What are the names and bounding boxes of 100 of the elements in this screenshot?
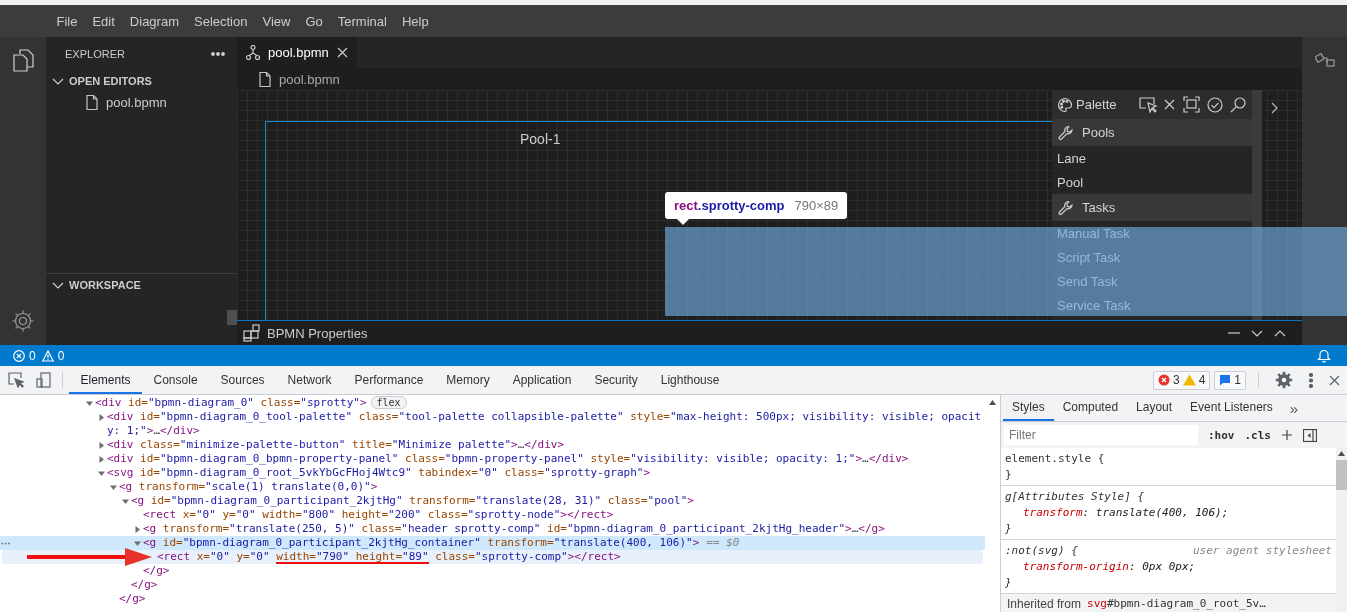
menu-item[interactable]: Edit [84,13,123,29]
menu-item[interactable]: Help [394,13,437,29]
section-header[interactable]: WORKSPACE [46,274,237,296]
add-icon[interactable] [1281,429,1293,441]
editor-tab[interactable]: pool.bpmn [237,37,357,68]
warning-count[interactable]: 0 [57,348,65,363]
section-header[interactable]: OPEN EDITORS [46,70,237,92]
more-tabs-button[interactable]: » [1281,395,1307,421]
menu-item[interactable]: Go [297,13,331,29]
filter-field[interactable]: Filter [1004,425,1198,445]
element-size: 790×89 [794,198,839,213]
inherited-selector[interactable]: svg#bpmn-diagram_0_root_5v… [1087,596,1266,612]
devtools-tab[interactable]: Security [582,366,650,394]
css-declaration: transform: translate(400, 106); [1022,505,1230,521]
inspect-icon[interactable] [8,372,24,388]
css-declaration: transform-origin: 0px 0px; [1022,559,1197,575]
device-icon[interactable] [36,372,51,388]
element-code: <div class="minimize-palette-button" title="Minimize palette">…</div> [107,438,565,452]
bell-icon[interactable] [1317,348,1331,363]
settings-icon[interactable] [11,309,35,333]
breadcrumb-item[interactable]: pool.bpmn [279,71,340,87]
file-icon [259,71,271,87]
settings-icon[interactable] [1275,371,1293,389]
scroll-up-icon[interactable] [1338,451,1345,456]
element-code: <rect x="0" y="0" width="800" height="200" class="sprotty-node"></rect> [143,508,615,522]
menu-item[interactable]: Diagram [122,13,187,29]
cursor-box-icon[interactable] [1139,96,1157,113]
element-code: <g id="bpmn-diagram_0_participant_2kjtHg" transform="translate(28, 31)" class="pool"> [131,494,695,508]
more-icon[interactable] [211,51,225,56]
open-editor-entry[interactable]: pool.bpmn [46,92,237,113]
error-icon [1157,374,1170,386]
rule-origin: user agent stylesheet [1192,543,1332,559]
scroll-up-icon[interactable] [989,400,996,405]
palette-title: Palette [1076,97,1117,112]
diagram-icon[interactable] [1314,50,1335,68]
cls-button[interactable]: .cls [1244,428,1271,442]
warning-icon [1182,374,1196,386]
devtools-tab[interactable]: Network [276,366,344,394]
console-reference: == $0 [706,536,740,549]
check-circle-icon[interactable] [1207,96,1223,113]
menu-item[interactable]: File [49,13,85,29]
element-code: <g id="bpmn-diagram_0_participant_2kjtHg_container" transform="translate(400, 106)"> == $0 [143,536,741,550]
hov-button[interactable]: :hov [1208,428,1235,442]
expand-arrow-icon[interactable] [134,540,141,547]
element-code: </g> [119,592,147,606]
hierarchy-icon [246,45,260,60]
expand-arrow-icon[interactable] [86,400,93,407]
element-code: <svg id="bpmn-diagram_0_root_5vkYbGcFHoj4Wtc9" tabindex="0" class="sprotty-graph"> [107,466,652,480]
more-icon[interactable] [1309,372,1313,388]
wrench-icon [1058,199,1074,216]
devtools-tab[interactable]: Lighthouse [649,366,731,394]
menu-item[interactable]: Terminal [330,13,395,29]
expand-arrow-icon[interactable] [98,470,105,477]
css-selector: element.style { [1005,451,1105,467]
devtools-tab[interactable]: Elements [69,366,143,394]
devtools-tab[interactable]: Application [501,366,583,394]
hovered-row[interactable]: <rect x="0" y="0" width="790" height="89" class="sprotty-comp"></rect> [2,550,983,564]
palette-icon [1057,96,1073,113]
css-selector: :not(svg) { [1005,543,1078,559]
styles-tab[interactable]: Layout [1127,395,1182,421]
frame-icon[interactable] [1183,96,1200,113]
expand-arrow-icon[interactable] [122,498,129,505]
palette-group-header[interactable]: Tasks [1052,194,1252,221]
css-selector: g[Attributes Style] { [1005,489,1145,505]
element-selector: rect.sprotty-comp [674,198,785,213]
devtools-tab[interactable]: Performance [343,366,435,394]
devtools-tab[interactable]: Console [142,366,210,394]
search-icon[interactable] [1230,96,1246,113]
error-icon [13,349,25,362]
issues-button[interactable]: 3 4 [1152,370,1211,390]
collapsed-arrow-icon[interactable] [134,526,141,533]
expand-arrow-icon[interactable] [110,484,117,491]
wrench-icon [1058,124,1074,141]
flex-badge[interactable]: flex [370,396,407,409]
message-icon [1219,374,1232,386]
element-code: <g transform="translate(250, 5)" class="header sprotty-comp" id="bpmn-diagram_0_participant_2kjtHg_header">…</g> [143,522,886,536]
styles-tab[interactable]: Computed [1053,395,1128,421]
scrollbar-thumb[interactable] [227,310,237,325]
selected-row[interactable]: <g id="bpmn-diagram_0_participant_2kjtHg_container" transform="translate(400, 106)"> == $0 [0,536,985,550]
collapsed-arrow-icon[interactable] [98,456,105,463]
scrollbar-thumb[interactable] [1336,460,1347,490]
sidebar-toggle-icon[interactable] [1303,428,1317,442]
css-brace: } [1005,521,1013,537]
chevron-right-icon[interactable] [1270,102,1278,114]
styles-tab[interactable]: Event Listeners [1181,395,1282,421]
collapsed-arrow-icon[interactable] [98,414,105,421]
menu-item[interactable]: View [254,13,298,29]
devtools-tab[interactable]: Memory [434,366,502,394]
palette-group-header[interactable]: Pools [1052,119,1252,146]
inherited-label: Inherited from [1007,596,1082,612]
files-icon[interactable] [11,48,35,72]
close-icon[interactable] [1329,374,1340,386]
palette-item[interactable]: Lane [1052,146,1252,170]
palette-item[interactable]: Pool [1052,170,1252,194]
devtools-tab[interactable]: Sources [209,366,277,394]
error-count[interactable]: 0 [29,348,36,363]
collapsed-arrow-icon[interactable] [98,442,105,449]
messages-button[interactable]: 1 [1214,370,1246,390]
menu-item[interactable]: Selection [186,13,255,29]
css-brace: } [1005,575,1013,591]
